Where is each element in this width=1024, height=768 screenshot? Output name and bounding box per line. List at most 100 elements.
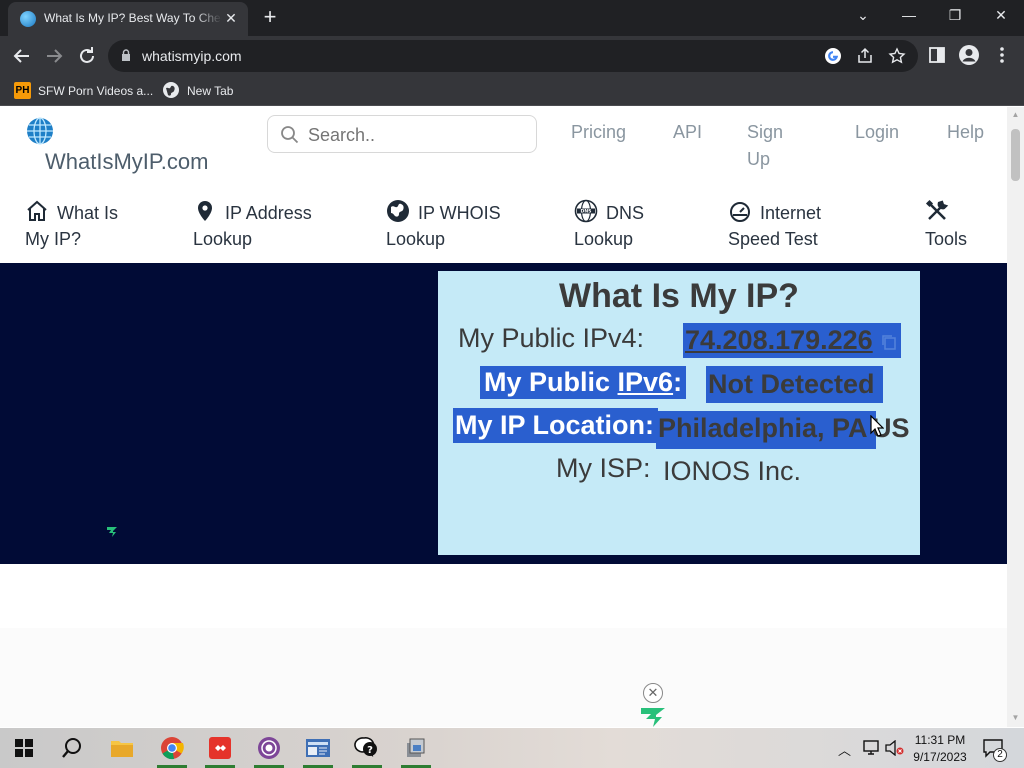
page-spacer bbox=[0, 564, 1007, 628]
taskbar-file-explorer[interactable] bbox=[98, 728, 146, 768]
nav-help[interactable]: Help bbox=[947, 119, 984, 146]
ip-card-title: What Is My IP? bbox=[559, 277, 799, 315]
globe-icon bbox=[163, 82, 179, 98]
share-icon[interactable] bbox=[856, 47, 874, 65]
tab-search-icon[interactable]: ⌄ bbox=[840, 0, 886, 32]
web-page: WhatIsMyIP.com Pricing API Sign Up Login… bbox=[0, 107, 1007, 727]
nav-sign-up[interactable]: Sign Up bbox=[747, 119, 797, 173]
mainnav-ip-address-lookup[interactable]: IP Address Lookup bbox=[193, 199, 333, 252]
isp-label: My ISP: bbox=[556, 453, 651, 483]
taskbar-search-button[interactable] bbox=[48, 728, 96, 768]
clock-time[interactable]: 11:31 PM bbox=[913, 733, 967, 747]
taskbar-tor-browser[interactable] bbox=[245, 728, 293, 768]
lock-icon bbox=[122, 49, 130, 61]
clock-date[interactable]: 9/17/2023 bbox=[910, 750, 970, 764]
location-value: Philadelphia, PA bbox=[656, 411, 876, 449]
bookmark-sfw-videos[interactable]: SFW Porn Videos a... bbox=[38, 81, 153, 101]
help-chat-icon: ? bbox=[354, 737, 377, 757]
ipv6-label-suffix: : bbox=[673, 367, 683, 397]
copy-icon[interactable] bbox=[880, 333, 898, 351]
forward-arrow-icon[interactable] bbox=[41, 43, 67, 69]
mainnav-what-is-my-ip[interactable]: What Is My IP? bbox=[25, 199, 145, 252]
volume-muted-icon[interactable] bbox=[885, 740, 905, 756]
nav-api[interactable]: API bbox=[673, 119, 702, 146]
bookmark-star-icon[interactable] bbox=[888, 47, 906, 65]
show-hidden-icons-chevron-icon[interactable]: ︿ bbox=[838, 740, 851, 759]
globe-icon bbox=[387, 200, 409, 222]
mainnav-tools[interactable]: Tools bbox=[925, 199, 995, 252]
home-icon bbox=[27, 200, 47, 221]
windows-logo-icon bbox=[15, 739, 33, 757]
windows-taskbar: ? ︿ 11:31 PM 9/17/2023 2 bbox=[0, 728, 1024, 768]
tools-icon bbox=[925, 199, 949, 220]
search-input[interactable] bbox=[308, 122, 528, 148]
kebab-menu-icon[interactable] bbox=[991, 44, 1013, 66]
bookmarks-bar: PH SFW Porn Videos a... New Tab bbox=[0, 76, 1024, 106]
ad-badge-icon[interactable] bbox=[106, 526, 118, 538]
tor-browser-icon bbox=[258, 737, 280, 759]
bookmark-new-tab[interactable]: New Tab bbox=[187, 81, 233, 101]
ad-logo-icon[interactable] bbox=[640, 707, 666, 727]
logo-globe-icon[interactable] bbox=[26, 117, 54, 145]
profile-avatar-icon[interactable] bbox=[958, 44, 980, 66]
back-arrow-icon[interactable] bbox=[9, 43, 35, 69]
nav-pricing[interactable]: Pricing bbox=[571, 119, 626, 146]
hero-section: What Is My IP? My Public IPv4: 74.208.17… bbox=[0, 263, 1007, 564]
nav-login[interactable]: Login bbox=[855, 119, 899, 146]
start-button[interactable] bbox=[0, 728, 48, 768]
scroll-down-arrow-icon[interactable]: ▼ bbox=[1011, 713, 1020, 723]
location-label: My IP Location: bbox=[453, 408, 659, 443]
folder-icon bbox=[111, 741, 133, 757]
mainnav-dns-lookup[interactable]: DNS DNS Lookup bbox=[574, 199, 674, 252]
mouse-cursor-icon bbox=[870, 415, 884, 437]
taskbar-setup-app[interactable] bbox=[392, 728, 440, 768]
anydesk-icon bbox=[209, 737, 231, 759]
browser-tab[interactable]: What Is My IP? Best Way To Check Your Pu… bbox=[8, 2, 248, 36]
scrollbar-thumb[interactable] bbox=[1011, 129, 1020, 181]
dns-globe-icon: DNS bbox=[574, 199, 598, 223]
browser-toolbar: whatismyip.com bbox=[0, 36, 1024, 76]
taskbar-help-chat[interactable]: ? bbox=[343, 728, 391, 768]
taskbar-id-card-app[interactable] bbox=[294, 728, 342, 768]
ipv4-value-link[interactable]: 74.208.179.226 bbox=[683, 323, 901, 358]
map-pin-icon bbox=[198, 201, 212, 221]
chrome-icon bbox=[161, 737, 184, 760]
restore-button[interactable]: ❐ bbox=[932, 0, 978, 32]
id-card-icon bbox=[306, 739, 330, 757]
site-favicon-icon bbox=[20, 11, 36, 27]
scroll-up-arrow-icon[interactable]: ▲ bbox=[1011, 110, 1020, 120]
google-icon[interactable] bbox=[824, 47, 842, 65]
reload-icon[interactable] bbox=[74, 43, 100, 69]
ip-info-card: What Is My IP? My Public IPv4: 74.208.17… bbox=[438, 271, 920, 555]
ad-close-icon[interactable]: ✕ bbox=[643, 683, 663, 703]
ipv6-label: My Public IPv6: bbox=[480, 366, 687, 399]
mainnav-label: Tools bbox=[925, 229, 968, 249]
svg-text:?: ? bbox=[367, 745, 373, 756]
ipv6-label-prefix: My Public bbox=[484, 367, 618, 397]
tab-close-icon[interactable]: ✕ bbox=[222, 9, 240, 27]
minimize-button[interactable]: — bbox=[886, 0, 932, 32]
ipv4-label: My Public IPv4: bbox=[458, 323, 645, 353]
mainnav-ip-whois-lookup[interactable]: IP WHOIS Lookup bbox=[386, 199, 526, 252]
notification-count-badge: 2 bbox=[993, 748, 1007, 762]
ipv6-help-link[interactable]: IPv6 bbox=[618, 367, 674, 397]
side-panel-icon[interactable] bbox=[926, 44, 948, 66]
url-text[interactable]: whatismyip.com bbox=[142, 48, 242, 64]
site-search-box[interactable] bbox=[267, 115, 537, 153]
taskbar-anydesk[interactable] bbox=[196, 728, 244, 768]
browser-tab-strip: What Is My IP? Best Way To Check Your Pu… bbox=[0, 0, 1024, 36]
new-tab-button[interactable]: + bbox=[258, 5, 282, 29]
speedometer-icon bbox=[730, 202, 750, 222]
network-icon[interactable] bbox=[863, 740, 881, 756]
svg-text:DNS: DNS bbox=[581, 209, 592, 215]
taskbar-chrome[interactable] bbox=[148, 728, 196, 768]
search-icon bbox=[62, 738, 81, 758]
tab-title: What Is My IP? Best Way To Check Your Pu… bbox=[44, 11, 222, 25]
address-bar[interactable]: whatismyip.com bbox=[108, 40, 918, 72]
site-logo-text[interactable]: WhatIsMyIP.com bbox=[45, 149, 208, 175]
ad-area bbox=[0, 628, 1007, 727]
close-window-button[interactable]: ✕ bbox=[978, 0, 1024, 32]
page-scrollbar[interactable]: ▲ ▼ bbox=[1007, 107, 1024, 727]
setup-app-icon bbox=[407, 738, 425, 757]
mainnav-internet-speed-test[interactable]: Internet Speed Test bbox=[728, 199, 868, 252]
